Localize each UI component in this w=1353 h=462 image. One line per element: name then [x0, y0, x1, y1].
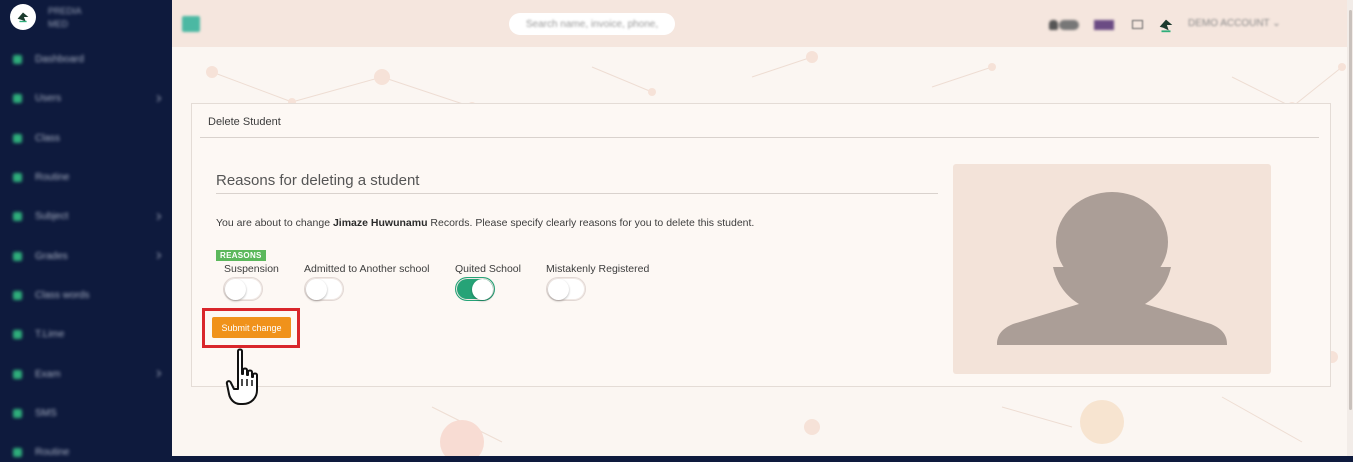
pointing-hand-icon	[225, 348, 258, 405]
sidebar-item-label: T.Lime	[35, 329, 65, 341]
delete-notice: You are about to change Jimaze Huwunamu …	[216, 217, 754, 229]
sidebar-item-label: Routine	[35, 172, 70, 184]
reason-label: Admitted to Another school	[304, 263, 430, 275]
sidebar-item-routine[interactable]: Routine	[0, 433, 172, 462]
sidebar: PREDIA MED Dashboard Users Class Routine Sub…	[0, 0, 172, 462]
user-silhouette-icon	[997, 192, 1227, 345]
sidebar-item-label: Routine	[35, 447, 70, 459]
sidebar-item-class-words[interactable]: Class words	[0, 276, 172, 315]
reason-toggle-quited-school[interactable]	[455, 277, 495, 301]
chevron-right-icon	[153, 252, 162, 260]
reason-mistakenly-registered: Mistakenly Registered	[546, 263, 650, 301]
reason-label: Mistakenly Registered	[546, 263, 650, 275]
reason-toggle-mistakenly-registered[interactable]	[546, 277, 586, 301]
toggle-knob	[472, 279, 493, 300]
chevron-right-icon	[153, 212, 162, 220]
language-flag-icon[interactable]	[1094, 20, 1114, 30]
notification-bell-icon[interactable]	[1049, 20, 1079, 30]
toggle-knob	[225, 279, 246, 300]
page-scrollbar[interactable]	[1347, 0, 1353, 462]
sidebar-item-subject[interactable]: Subject	[0, 197, 172, 236]
class-icon	[13, 133, 22, 143]
chart-icon	[13, 330, 22, 340]
account-logo-icon[interactable]	[1157, 16, 1175, 34]
sidebar-item-label: Dashboard	[35, 54, 84, 66]
sidebar-item-label: Class words	[35, 289, 90, 301]
sidebar-item-label: Users	[35, 93, 62, 105]
submit-change-button[interactable]: Submit change	[212, 317, 291, 338]
grades-icon	[13, 251, 22, 261]
sidebar-item-exam[interactable]: Exam	[0, 354, 172, 393]
sidebar-nav: Dashboard Users Class Routine Subject Grades C…	[0, 40, 172, 462]
bottom-edge	[172, 456, 1353, 462]
sidebar-item-users[interactable]: Users	[0, 79, 172, 118]
reason-label: Suspension	[224, 263, 279, 275]
bell-shape	[1049, 20, 1058, 30]
student-photo-placeholder	[953, 164, 1271, 374]
reason-admitted-another-school: Admitted to Another school	[304, 263, 430, 301]
reason-suspension: Suspension	[223, 263, 279, 301]
brand[interactable]: PREDIA MED	[10, 4, 82, 31]
sidebar-item-label: Grades	[35, 250, 68, 262]
submit-highlight-box: Submit change	[202, 308, 300, 348]
card-title: Delete Student	[208, 116, 281, 128]
account-menu[interactable]: DEMO ACCOUNT ⌄	[1188, 18, 1281, 29]
exam-icon	[13, 369, 22, 379]
student-name: Jimaze Huwunamu	[332, 217, 428, 229]
subject-icon	[13, 212, 22, 222]
reason-toggle-admitted-another-school[interactable]	[304, 277, 344, 301]
sms-icon	[13, 408, 22, 418]
section-title: Reasons for deleting a student	[216, 172, 420, 189]
search-placeholder: Search name, invoice, phone,	[525, 18, 659, 30]
brand-line-1: PREDIA	[48, 6, 82, 16]
sidebar-item-routine[interactable]: Routine	[0, 158, 172, 197]
search-input[interactable]: Search name, invoice, phone,	[509, 13, 675, 35]
chevron-right-icon	[153, 94, 162, 102]
sidebar-item-sms[interactable]: SMS	[0, 394, 172, 433]
menu-toggle-icon[interactable]	[182, 16, 200, 32]
card-header-divider	[200, 137, 1319, 138]
reasons-badge: REASONS	[216, 250, 266, 261]
class-words-icon	[13, 290, 22, 300]
sidebar-item-t-lime[interactable]: T.Lime	[0, 315, 172, 354]
users-icon	[13, 94, 22, 104]
reason-toggle-suspension[interactable]	[223, 277, 263, 301]
sidebar-item-grades[interactable]: Grades	[0, 236, 172, 275]
sidebar-item-dashboard[interactable]: Dashboard	[0, 40, 172, 79]
sidebar-item-label: Subject	[35, 211, 69, 223]
toggle-knob	[548, 279, 569, 300]
sidebar-item-label: Class	[35, 132, 61, 144]
brand-line-2: MED	[48, 19, 68, 29]
routine-icon	[13, 448, 22, 458]
brand-text: PREDIA MED	[48, 5, 82, 31]
top-header: Search name, invoice, phone, DEMO ACCOUN…	[172, 0, 1353, 47]
sidebar-item-class[interactable]: Class	[0, 119, 172, 158]
section-divider	[216, 193, 938, 194]
chevron-right-icon	[153, 369, 162, 378]
brand-logo-icon	[10, 4, 36, 30]
dashboard-icon	[13, 55, 22, 65]
notice-suffix: Records. Please specify clearly reasons …	[427, 217, 755, 229]
mail-icon[interactable]	[1132, 20, 1143, 29]
notice-prefix: You are about to change	[216, 217, 333, 229]
routine-icon	[13, 173, 22, 183]
sidebar-item-label: Exam	[35, 368, 61, 380]
sidebar-item-label: SMS	[35, 407, 57, 419]
toggle-knob	[306, 279, 327, 300]
reason-quited-school: Quited School	[455, 263, 521, 301]
scroll-thumb[interactable]	[1349, 10, 1352, 410]
notification-count-badge	[1059, 20, 1079, 30]
reason-label: Quited School	[455, 263, 521, 275]
